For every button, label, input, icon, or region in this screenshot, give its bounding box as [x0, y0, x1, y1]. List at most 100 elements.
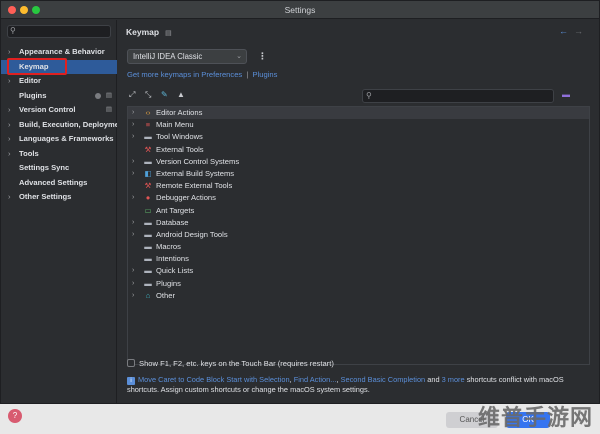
touchbar-checkbox[interactable] [127, 359, 135, 367]
tree-row[interactable]: › ▬ Database [128, 217, 589, 229]
sidebar-item-other[interactable]: › Other Settings [1, 190, 117, 205]
tree-row-label: Editor Actions [156, 108, 203, 117]
chevron-right-icon: › [132, 291, 135, 299]
tree-row-label: Main Menu [156, 120, 194, 130]
wrench-icon: ⚒ [144, 144, 152, 154]
tree-toolbar: ⤢ ⤡ ✎ ▲ [127, 90, 267, 102]
keymap-dropdown[interactable]: IntelliJ IDEA Classic ⌄ [127, 49, 247, 64]
search-icon: ⚲ [10, 26, 16, 35]
tree-row[interactable]: › ▬ Quick Lists [128, 265, 589, 277]
sidebar-item-editor[interactable]: › Editor [1, 74, 117, 89]
find-by-shortcut-icon[interactable]: ▬ [560, 90, 572, 101]
title-bar: Settings [1, 1, 599, 19]
sidebar-item-version-control[interactable]: › Version Control ▤ [1, 103, 117, 118]
edit-shortcut-icon[interactable]: ✎ [161, 90, 168, 99]
menu-icon: ≡ [145, 120, 151, 130]
tree-row[interactable]: › ▬ Tool Windows [128, 131, 589, 143]
conflict-and: and [425, 375, 442, 384]
tree-row[interactable]: ▬ Intentions [128, 253, 589, 265]
sidebar-item-label: Advanced Settings [19, 177, 88, 187]
tree-row-label: Intentions [156, 254, 189, 264]
touchbar-option[interactable]: Show F1, F2, etc. keys on the Touch Bar … [127, 359, 334, 368]
settings-sidebar: ⚲ › Appearance & Behavior Keymap › Edito… [1, 20, 117, 403]
more-options-icon[interactable]: ⋮ [258, 51, 267, 62]
get-more-keymaps-link[interactable]: Get more keymaps in Preferences [127, 70, 242, 79]
project-settings-icon: ▤ [105, 91, 112, 99]
window-title: Settings [284, 5, 316, 15]
project-settings-icon: ▤ [105, 106, 112, 113]
sidebar-item-label: Settings Sync [19, 163, 70, 172]
chevron-down-icon: ⌄ [236, 53, 242, 60]
folder-icon: ▬ [144, 254, 152, 264]
tree-row[interactable]: › ● Debugger Actions [128, 192, 589, 204]
highlight-annotation [7, 58, 67, 75]
settings-search-input[interactable]: ⚲ [7, 25, 111, 38]
tree-row-label: Other [156, 290, 175, 300]
tree-row[interactable]: › ▬ Version Control Systems [128, 156, 589, 168]
chevron-right-icon: › [8, 134, 11, 143]
keymap-selected-value: IntelliJ IDEA Classic [133, 52, 203, 61]
sidebar-item-settings-sync[interactable]: Settings Sync [1, 161, 117, 176]
keymap-links: Get more keymaps in Preferences | Plugin… [127, 70, 277, 79]
chevron-right-icon: › [132, 133, 135, 141]
tree-row[interactable]: › ‹› Editor Actions [128, 107, 589, 120]
tree-row[interactable]: › ◧ External Build Systems [128, 168, 589, 180]
tree-row[interactable]: ⚒ External Tools [128, 144, 589, 156]
folder-icon: ▬ [144, 132, 152, 142]
bug-icon: ● [145, 193, 151, 203]
sidebar-item-label: Languages & Frameworks [19, 134, 114, 143]
collapse-all-icon[interactable]: ⤡ [145, 90, 151, 100]
sidebar-item-tools[interactable]: › Tools [1, 147, 117, 162]
tree-row[interactable]: › ≡ Main Menu [128, 119, 589, 131]
other-icon: ⌂ [145, 290, 151, 300]
sidebar-item-label: Editor [19, 76, 41, 85]
watermark-text: 维普手游网 [478, 406, 594, 431]
wrench-icon: ⚒ [144, 181, 152, 191]
warning-icon[interactable]: ▲ [177, 90, 185, 99]
sidebar-item-languages[interactable]: › Languages & Frameworks [1, 132, 117, 147]
folder-icon: ▬ [144, 217, 152, 227]
conflict-link-find-action[interactable]: Find Action... [294, 375, 337, 384]
chevron-right-icon: › [8, 192, 11, 201]
chevron-right-icon: › [132, 121, 135, 129]
chevron-right-icon: › [8, 105, 11, 114]
back-arrow-icon[interactable]: ← [559, 26, 574, 36]
chevron-right-icon: › [132, 218, 135, 226]
build-icon: ◧ [144, 168, 152, 178]
tree-row[interactable]: › ⌂ Other [128, 290, 589, 302]
expand-all-icon[interactable]: ⤢ [129, 90, 135, 100]
page-title-text: Keymap [126, 27, 160, 37]
forward-arrow-icon[interactable]: → [574, 26, 589, 36]
tree-row-label: Remote External Tools [156, 181, 233, 191]
sidebar-item-plugins[interactable]: Plugins ▤ [1, 89, 117, 104]
action-search-input[interactable]: ⚲ [362, 89, 554, 103]
tree-row[interactable]: › ▬ Plugins [128, 278, 589, 290]
tree-row[interactable]: ▬ Macros [128, 241, 589, 253]
sidebar-item-advanced[interactable]: Advanced Settings [1, 176, 117, 191]
tree-row[interactable]: ⚒ Remote External Tools [128, 180, 589, 192]
ant-icon: ▭ [144, 205, 152, 215]
chevron-right-icon: › [132, 109, 135, 116]
conflict-link-second-completion[interactable]: Second Basic Completion [341, 375, 426, 384]
conflict-link-move-caret[interactable]: Move Caret to Code Block Start with Sele… [138, 375, 290, 384]
info-icon: i [127, 377, 135, 385]
search-icon: ⚲ [366, 91, 372, 100]
touchbar-label: Show F1, F2, etc. keys on the Touch Bar … [139, 359, 334, 368]
conflict-link-more[interactable]: 3 more [442, 375, 465, 384]
plugins-link[interactable]: Plugins [252, 70, 277, 79]
language-icon [95, 92, 101, 99]
tree-row[interactable]: › ▬ Android Design Tools [128, 229, 589, 241]
tree-row-label: Tool Windows [156, 132, 203, 142]
folder-icon: ▬ [144, 156, 152, 166]
sidebar-item-build[interactable]: › Build, Execution, Deployment [1, 118, 117, 133]
chevron-right-icon: › [132, 169, 135, 177]
sidebar-item-label: Version Control [19, 105, 76, 114]
folder-icon: ▬ [144, 266, 152, 276]
chevron-right-icon: › [8, 119, 11, 129]
chevron-right-icon: › [132, 230, 135, 238]
page-title: Keymap ▤ [126, 27, 172, 37]
sidebar-item-label: Build, Execution, Deployment [19, 119, 117, 129]
help-button[interactable]: ? [8, 409, 22, 423]
tree-row-label: Macros [156, 242, 181, 252]
tree-row[interactable]: ▭ Ant Targets [128, 205, 589, 217]
